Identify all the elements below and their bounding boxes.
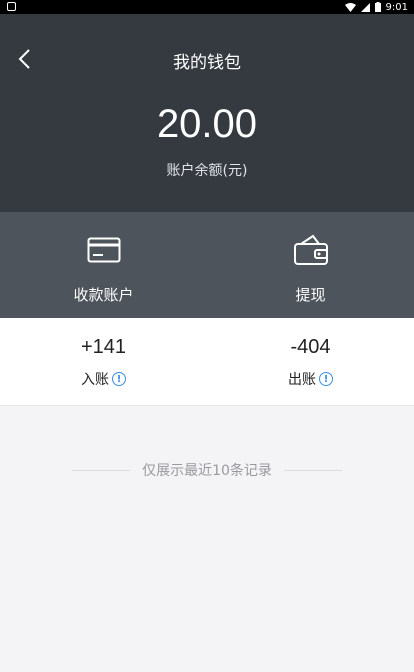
income-value: +141 xyxy=(80,336,127,358)
withdraw-button[interactable]: 提现 xyxy=(207,212,414,318)
wallet-icon xyxy=(293,234,329,266)
withdraw-label: 提现 xyxy=(295,286,326,304)
expense-stat: -404 出账 ! xyxy=(207,318,414,405)
divider-left xyxy=(72,469,131,471)
records-notice-text: 仅展示最近10条记录 xyxy=(142,463,272,479)
records-notice: 仅展示最近10条记录 xyxy=(72,460,343,480)
income-label: 入账 xyxy=(81,372,109,388)
notification-icon xyxy=(7,2,16,11)
divider-right xyxy=(283,469,343,471)
expense-caption: 出账 ! xyxy=(288,369,333,389)
expense-label: 出账 xyxy=(288,372,316,388)
wallet-header: 我的钱包 20.00 账户余额(元) xyxy=(0,14,414,212)
battery-icon xyxy=(374,2,381,12)
income-info-icon[interactable]: ! xyxy=(112,372,126,386)
expense-value: -404 xyxy=(290,336,331,358)
income-caption: 入账 ! xyxy=(81,369,126,389)
balance-label: 账户余额(元) xyxy=(166,163,248,179)
status-time: 9:01 xyxy=(385,1,408,13)
status-bar: 9:01 xyxy=(0,0,414,14)
wifi-icon xyxy=(344,2,356,12)
receiving-account-button[interactable]: 收款账户 xyxy=(0,212,207,318)
expense-info-icon[interactable]: ! xyxy=(319,372,333,386)
page-title: 我的钱包 xyxy=(173,53,241,73)
wallet-actions: 收款账户 提现 xyxy=(0,212,414,318)
bank-card-icon xyxy=(87,234,121,266)
receiving-account-label: 收款账户 xyxy=(73,286,134,304)
signal-icon xyxy=(360,2,370,12)
income-stat: +141 入账 ! xyxy=(0,318,207,405)
income-expense-summary: +141 入账 ! -404 出账 ! xyxy=(0,318,414,406)
balance-amount: 20.00 xyxy=(156,102,258,146)
